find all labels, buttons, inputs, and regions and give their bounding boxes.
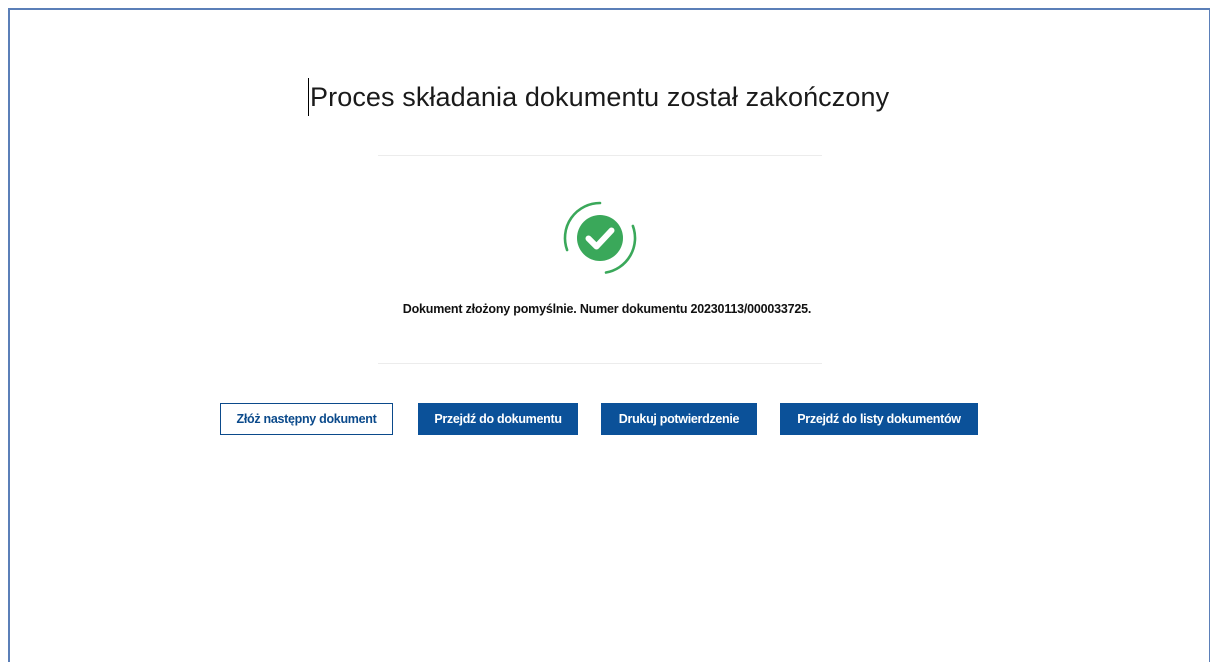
success-check-icon [563, 201, 637, 274]
status-message: Dokument złożony pomyślnie. Numer dokume… [402, 302, 812, 316]
page-frame: Proces składania dokumentu został zakońc… [8, 8, 1210, 662]
go-to-document-button[interactable]: Przejdź do dokumentu [418, 403, 578, 435]
go-to-document-list-button[interactable]: Przejdź do listy dokumentów [780, 403, 978, 435]
print-confirmation-button[interactable]: Drukuj potwierdzenie [601, 403, 757, 435]
page-title: Proces składania dokumentu został zakońc… [310, 82, 890, 112]
top-divider [378, 155, 822, 156]
bottom-divider [378, 363, 822, 364]
submit-next-document-button[interactable]: Złóż następny dokument [220, 403, 393, 435]
text-cursor [308, 78, 309, 116]
